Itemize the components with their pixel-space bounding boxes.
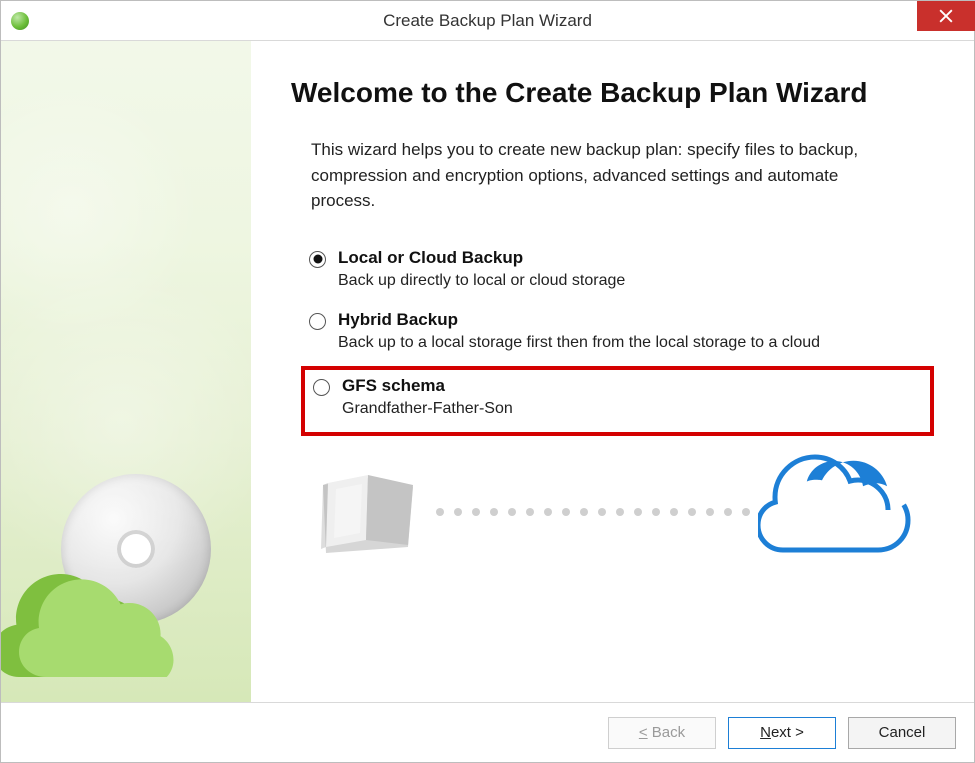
backup-type-options: Local or Cloud Backup Back up directly t… (301, 242, 934, 436)
close-icon (939, 9, 953, 23)
window-title: Create Backup Plan Wizard (1, 11, 974, 31)
option-label: GFS schema (342, 376, 513, 396)
option-label: Hybrid Backup (338, 310, 820, 330)
radio-icon (309, 313, 326, 330)
option-local-cloud[interactable]: Local or Cloud Backup Back up directly t… (301, 242, 934, 304)
option-gfs[interactable]: GFS schema Grandfather-Father-Son (301, 366, 934, 436)
radio-icon (309, 251, 326, 268)
cloud-icon (758, 450, 918, 575)
transfer-dots (436, 508, 750, 516)
back-button: < Back (608, 717, 716, 749)
folder-icon (308, 455, 428, 570)
wizard-main: Welcome to the Create Backup Plan Wizard… (251, 41, 974, 702)
option-label: Local or Cloud Backup (338, 248, 625, 268)
wizard-window: Create Backup Plan Wizard Welcome to the… (0, 0, 975, 763)
radio-icon (313, 379, 330, 396)
wizard-footer: < Back Next > Cancel (1, 702, 974, 762)
next-button[interactable]: Next > (728, 717, 836, 749)
titlebar: Create Backup Plan Wizard (1, 1, 974, 41)
page-intro: This wizard helps you to create new back… (311, 137, 871, 214)
app-icon (11, 12, 29, 30)
option-hybrid[interactable]: Hybrid Backup Back up to a local storage… (301, 304, 934, 366)
page-heading: Welcome to the Create Backup Plan Wizard (291, 77, 934, 109)
sidebar-cloud-icon (1, 537, 191, 682)
option-desc: Back up directly to local or cloud stora… (338, 272, 625, 290)
option-desc: Back up to a local storage first then fr… (338, 334, 820, 352)
illustration-row (291, 450, 934, 575)
cancel-button[interactable]: Cancel (848, 717, 956, 749)
option-desc: Grandfather-Father-Son (342, 400, 513, 418)
wizard-body: Welcome to the Create Backup Plan Wizard… (1, 41, 974, 702)
close-button[interactable] (917, 1, 975, 31)
sidebar-graphic (1, 41, 251, 702)
